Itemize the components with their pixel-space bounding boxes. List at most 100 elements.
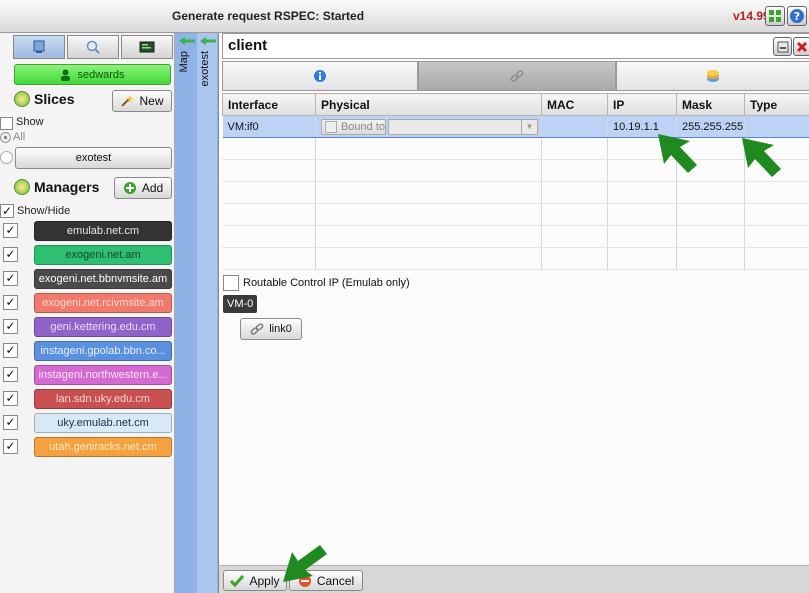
column-header-interface[interactable]: Interface [222, 93, 316, 116]
minimize-icon [777, 41, 788, 52]
add-manager-button[interactable]: Add [114, 177, 172, 199]
manager-checkbox[interactable]: ✓ [3, 247, 18, 262]
mask-cell[interactable]: 255.255.255 [676, 115, 745, 138]
manager-button[interactable]: emulab.net.cm [34, 221, 172, 241]
all-label: All [13, 131, 26, 143]
manager-checkbox[interactable]: ✓ [3, 367, 18, 382]
column-header-physical[interactable]: Physical [315, 93, 542, 116]
disk-image-icon [707, 70, 719, 82]
new-slice-button[interactable]: New [112, 90, 172, 112]
manager-checkbox[interactable]: ✓ [3, 439, 18, 454]
slice-name: exotest [75, 152, 112, 164]
checkmark-icon [230, 574, 245, 587]
canvas-icon [33, 40, 45, 53]
bound-to-label: Bound to [340, 120, 385, 133]
table-row[interactable]: VM:if0 Bound to ▼ 10.19.1.1 255.255.255 [222, 115, 809, 138]
link-icon [510, 70, 524, 82]
manager-checkbox[interactable]: ✓ [3, 295, 18, 310]
vertical-tab-strip: Map exotest [175, 33, 218, 593]
sidebar: sedwards Slices New Show All exotest Man… [0, 33, 175, 593]
window-title: Generate request RSPEC: Started [172, 9, 365, 23]
type-cell[interactable] [744, 115, 809, 138]
refresh-managers-icon[interactable] [14, 179, 30, 195]
user-button[interactable]: sedwards [14, 64, 171, 85]
manager-button[interactable]: lan.sdn.uky.edu.cm [34, 389, 172, 409]
tab-info[interactable] [222, 61, 418, 91]
search-icon [86, 40, 100, 54]
tab-disk-image[interactable] [616, 61, 809, 91]
manager-row: ✓ geni.kettering.edu.cm [0, 317, 175, 337]
manager-row: ✓ lan.sdn.uky.edu.cm [0, 389, 175, 409]
slices-label: Slices [34, 91, 75, 107]
manager-button[interactable]: utah.geniracks.net.cm [34, 437, 172, 457]
manager-row: ✓ utah.geniracks.net.cm [0, 437, 175, 457]
cancel-label: Cancel [316, 573, 355, 588]
tab-console[interactable] [121, 35, 173, 59]
manager-button[interactable]: exogeni.net.bbnvmsite.am [34, 269, 172, 289]
footer-bar: Apply Cancel [219, 565, 809, 593]
manager-checkbox[interactable]: ✓ [3, 223, 18, 238]
manager-row: ✓ uky.emulab.net.cm [0, 413, 175, 433]
cancel-button[interactable]: Cancel [289, 570, 363, 591]
physical-cell: Bound to ▼ [315, 115, 542, 138]
node-titlebar: client [222, 33, 809, 59]
tab-links[interactable] [418, 61, 616, 91]
apply-button[interactable]: Apply [223, 570, 287, 591]
svg-text:?: ? [794, 10, 800, 23]
all-radio[interactable] [0, 132, 11, 143]
node-name: client [228, 37, 268, 54]
column-header-ip[interactable]: IP [607, 93, 677, 116]
show-hide-checkbox[interactable]: ✓ [0, 204, 14, 218]
bound-to-select[interactable]: ▼ [388, 118, 538, 135]
column-header-type[interactable]: Type [744, 93, 809, 116]
tab-exotest[interactable]: exotest [197, 33, 217, 593]
tab-search[interactable] [67, 35, 119, 59]
user-icon [61, 69, 71, 81]
ip-cell[interactable]: 10.19.1.1 [607, 115, 677, 138]
mac-cell[interactable] [541, 115, 608, 138]
manager-button[interactable]: geni.kettering.edu.cm [34, 317, 172, 337]
manager-button[interactable]: uky.emulab.net.cm [34, 413, 172, 433]
slice-button-exotest[interactable]: exotest [15, 147, 172, 169]
interfaces-table: Interface Physical MAC IP Mask Type VM:i… [222, 93, 809, 270]
manager-button[interactable]: exogeni.net.am [34, 245, 172, 265]
manager-button[interactable]: instageni.gpolab.bbn.co... [34, 341, 172, 361]
close-icon [796, 41, 808, 52]
table-row [222, 247, 809, 270]
column-header-mask[interactable]: Mask [676, 93, 745, 116]
manager-row: ✓ exogeni.net.bbnvmsite.am [0, 269, 175, 289]
tab-exotest-label: exotest [199, 51, 211, 87]
refresh-slices-icon[interactable] [14, 91, 30, 107]
routable-control-checkbox[interactable] [223, 275, 239, 291]
tab-map[interactable]: Map [176, 33, 196, 593]
manager-checkbox[interactable]: ✓ [3, 343, 18, 358]
table-row [222, 159, 809, 182]
fullscreen-button[interactable] [765, 6, 785, 26]
routable-control-row: Routable Control IP (Emulab only) [223, 275, 410, 291]
console-icon [139, 41, 155, 53]
manager-checkbox[interactable]: ✓ [3, 391, 18, 406]
user-name: sedwards [77, 68, 125, 81]
column-header-mac[interactable]: MAC [541, 93, 608, 116]
show-slices-checkbox[interactable] [0, 117, 13, 130]
manager-row: ✓ emulab.net.cm [0, 221, 175, 241]
managers-section-title: Managers [14, 179, 99, 195]
slice-radio[interactable] [0, 151, 13, 164]
bound-to-checkbox[interactable]: Bound to [321, 118, 386, 135]
manager-checkbox[interactable]: ✓ [3, 319, 18, 334]
manager-button[interactable]: instageni.northwestern.e... [34, 365, 172, 385]
manager-checkbox[interactable]: ✓ [3, 271, 18, 286]
help-button[interactable]: ? [787, 6, 807, 26]
vm-tag: VM-0 [223, 295, 258, 313]
manager-row: ✓ instageni.northwestern.e... [0, 365, 175, 385]
manager-button[interactable]: exogeni.net.rcivmsite.am [34, 293, 172, 313]
table-row [222, 181, 809, 204]
manager-row: ✓ instageni.gpolab.bbn.co... [0, 341, 175, 361]
link-button[interactable]: link0 [240, 318, 302, 340]
minimize-button[interactable] [773, 37, 792, 56]
manager-checkbox[interactable]: ✓ [3, 415, 18, 430]
close-button[interactable] [793, 37, 809, 56]
managers-label: Managers [34, 179, 100, 195]
new-label: New [139, 94, 164, 108]
tab-canvas-view[interactable] [13, 35, 65, 59]
